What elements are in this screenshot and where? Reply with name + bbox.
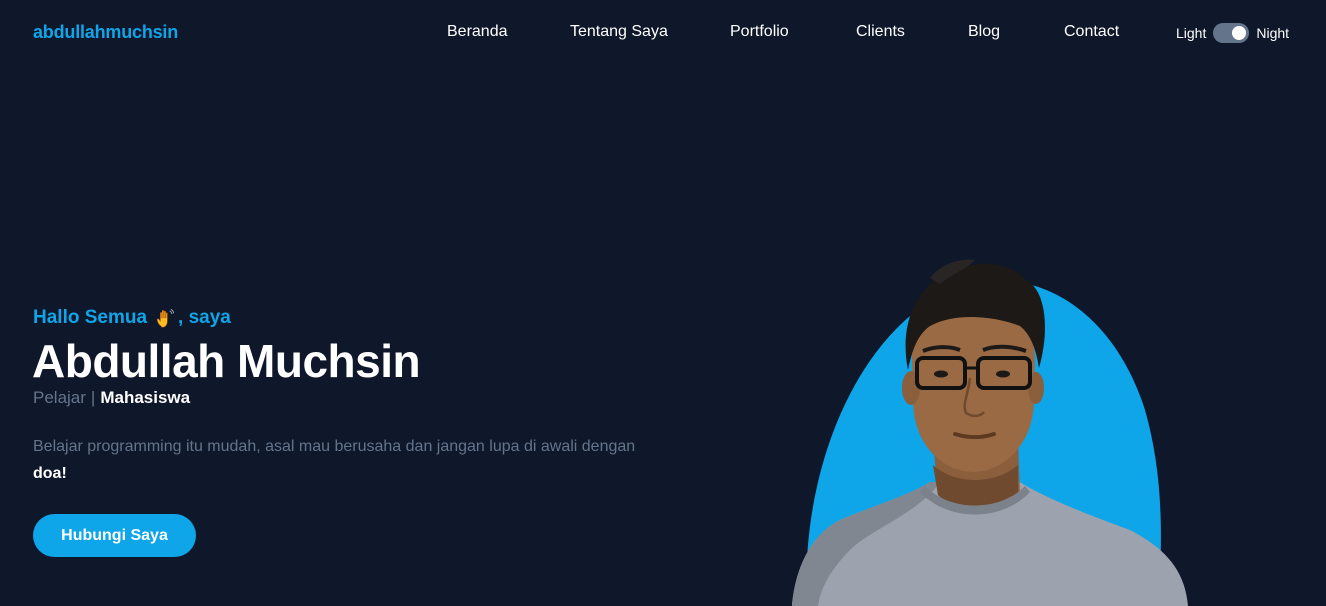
toggle-knob xyxy=(1232,26,1247,40)
role-pelajar: Pelajar xyxy=(33,388,86,407)
navbar: abdullahmuchsin Beranda Tentang Saya Por… xyxy=(0,0,1326,64)
theme-toggle-group: Light Night xyxy=(1176,23,1289,43)
hero-greeting: Hallo Semua , saya xyxy=(33,307,231,329)
brand-logo-link[interactable]: abdullahmuchsin xyxy=(33,22,178,43)
night-mode-label: Night xyxy=(1256,25,1290,41)
hero-name-heading: Abdullah Muchsin xyxy=(32,335,421,387)
nav-link-beranda[interactable]: Beranda xyxy=(447,23,508,41)
profile-photo xyxy=(792,259,1188,606)
hero-roles: Pelajar | Mahasiswa xyxy=(33,388,190,408)
nav-link-blog[interactable]: Blog xyxy=(968,23,1000,41)
theme-toggle-switch[interactable] xyxy=(1213,23,1250,43)
hero-description: Belajar programming itu mudah, asal mau … xyxy=(33,433,673,487)
light-mode-label: Light xyxy=(1176,25,1207,41)
nav-link-clients[interactable]: Clients xyxy=(856,23,905,41)
role-mahasiswa: Mahasiswa xyxy=(100,388,191,407)
role-separator: | xyxy=(90,388,96,407)
greeting-prefix: Hallo Semua xyxy=(33,307,148,328)
hero-description-text: Belajar programming itu mudah, asal mau … xyxy=(33,438,636,455)
waving-hand-icon xyxy=(156,309,175,328)
nav-link-contact[interactable]: Contact xyxy=(1064,23,1119,41)
greeting-suffix: , saya xyxy=(178,307,231,328)
contact-me-button[interactable]: Hubungi Saya xyxy=(33,514,196,557)
nav-link-tentang-saya[interactable]: Tentang Saya xyxy=(570,23,668,41)
hero-description-emphasis: doa! xyxy=(33,465,67,482)
nav-link-portfolio[interactable]: Portfolio xyxy=(730,23,789,41)
